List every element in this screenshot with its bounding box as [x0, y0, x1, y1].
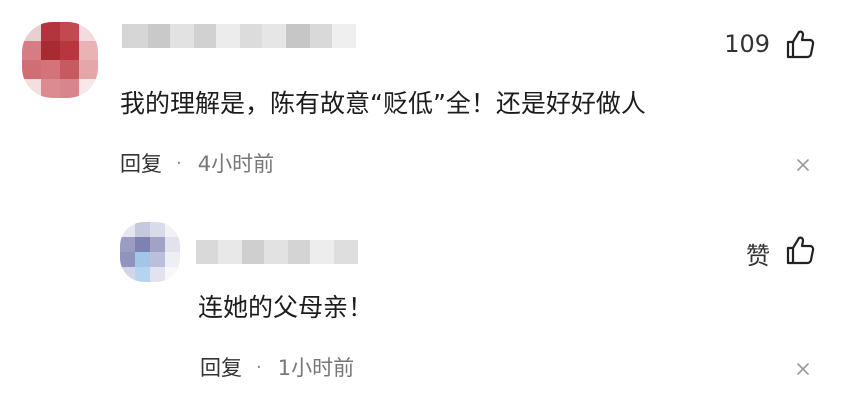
comment-text: 我的理解是，陈有故意“贬低”全！还是好好做人: [120, 89, 646, 118]
thumbs-up-icon[interactable]: [784, 28, 816, 60]
avatar[interactable]: [120, 222, 180, 282]
reply-button[interactable]: 回复: [200, 352, 242, 382]
thumbs-up-icon[interactable]: [784, 234, 816, 266]
username-censored[interactable]: [196, 240, 358, 264]
meta-separator: ·: [176, 152, 182, 174]
meta-separator: ·: [256, 356, 262, 378]
like-count: 109: [724, 30, 770, 58]
comment-meta: 回复 · 1小时前: [200, 352, 354, 382]
like-label[interactable]: 赞: [746, 236, 770, 271]
comment-text: 连她的父母亲！: [198, 293, 374, 322]
avatar[interactable]: [22, 22, 98, 98]
timestamp: 1小时前: [277, 356, 355, 380]
close-icon[interactable]: [796, 158, 810, 172]
close-icon[interactable]: [796, 362, 810, 376]
reply-button[interactable]: 回复: [120, 148, 162, 178]
comment-meta: 回复 · 4小时前: [120, 148, 274, 178]
username-censored[interactable]: [122, 24, 356, 48]
timestamp: 4小时前: [197, 152, 275, 176]
comment-thread: 109 我的理解是，陈有故意“贬低”全！还是好好做人 回复 · 4小时前 赞 连…: [0, 0, 856, 400]
